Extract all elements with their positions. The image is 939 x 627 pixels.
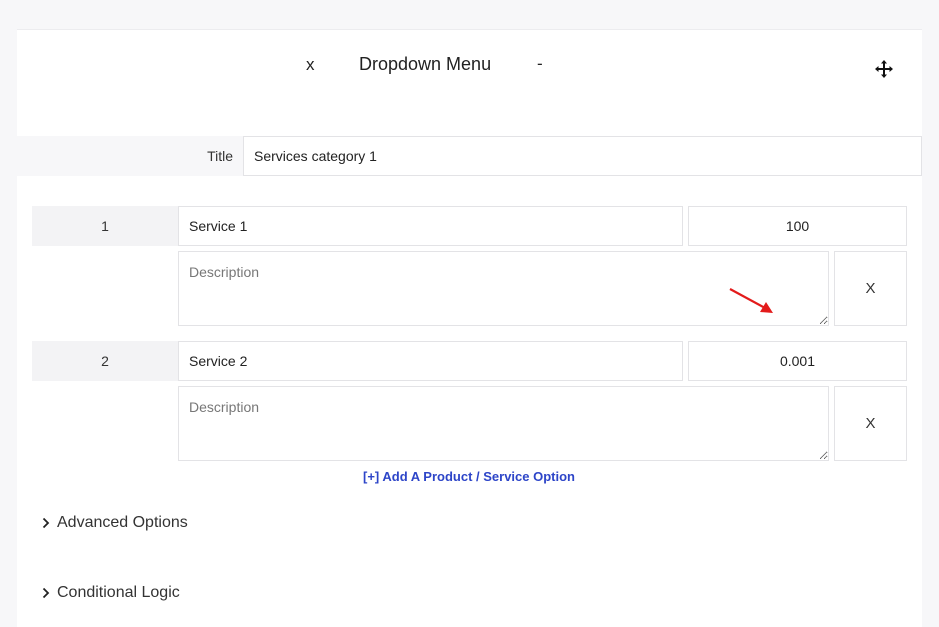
- add-service-option-link[interactable]: [+] Add A Product / Service Option: [363, 469, 575, 484]
- advanced-options-label: Advanced Options: [57, 514, 188, 531]
- service-description-input[interactable]: [178, 386, 829, 461]
- chevron-right-icon: [42, 587, 50, 599]
- remove-service-button[interactable]: X: [834, 251, 907, 326]
- minimize-button[interactable]: -: [537, 54, 543, 74]
- remove-service-button[interactable]: X: [834, 386, 907, 461]
- service-row-number: 1: [32, 206, 178, 246]
- dropdown-menu-panel: x Dropdown Menu - Title 1 X 2 X [+] Add …: [17, 29, 922, 627]
- advanced-options-toggle[interactable]: Advanced Options: [40, 514, 188, 532]
- title-label-cell: Title: [17, 136, 243, 176]
- chevron-right-icon: [42, 517, 50, 529]
- service-price-input[interactable]: [688, 341, 907, 381]
- service-name-input[interactable]: [178, 341, 683, 381]
- service-description-input[interactable]: [178, 251, 829, 326]
- title-input[interactable]: [243, 136, 922, 176]
- close-button[interactable]: x: [306, 55, 315, 75]
- service-name-input[interactable]: [178, 206, 683, 246]
- service-row-number: 2: [32, 341, 178, 381]
- title-label: Title: [207, 148, 233, 164]
- conditional-logic-label: Conditional Logic: [57, 584, 180, 601]
- conditional-logic-toggle[interactable]: Conditional Logic: [40, 584, 180, 602]
- panel-title: Dropdown Menu: [359, 54, 492, 74]
- move-arrows-icon[interactable]: [874, 59, 894, 79]
- service-price-input[interactable]: [688, 206, 907, 246]
